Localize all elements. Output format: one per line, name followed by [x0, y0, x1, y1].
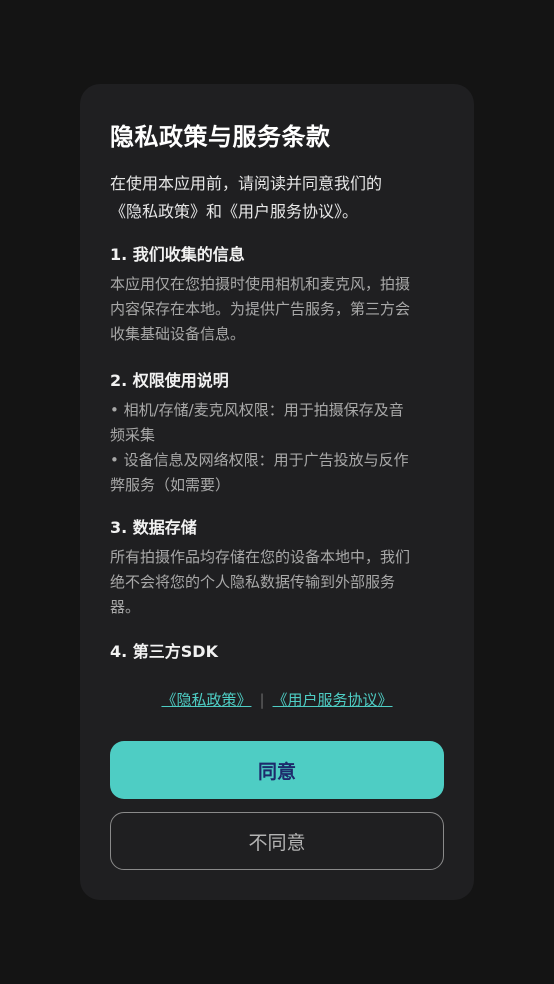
section-body: 本应用仅在您拍摄时使用相机和麦克风，拍摄 内容保存在本地。为提供广告服务，第三方…	[110, 272, 444, 347]
user-agreement-link[interactable]: 《用户服务协议》	[273, 691, 393, 709]
policy-links: 《隐私政策》 | 《用户服务协议》	[80, 689, 474, 711]
section-line: • 相机/存储/麦克风权限：用于拍摄保存及音	[110, 401, 404, 419]
section-third-party-sdk: 4. 第三方SDK	[110, 641, 444, 669]
intro-line: 《隐私政策》和《用户服务协议》。	[110, 202, 359, 221]
section-permissions: 2. 权限使用说明 • 相机/存储/麦克风权限：用于拍摄保存及音 频采集 • 设…	[110, 370, 444, 498]
section-heading: 2. 权限使用说明	[110, 371, 229, 390]
section-heading: 1. 我们收集的信息	[110, 245, 245, 264]
disagree-button[interactable]: 不同意	[110, 812, 444, 870]
privacy-dialog: 隐私政策与服务条款 在使用本应用前，请阅读并同意我们的 《隐私政策》和《用户服务…	[80, 84, 474, 900]
section-line: 内容保存在本地。为提供广告服务，第三方会	[110, 300, 411, 318]
section-body: • 相机/存储/麦克风权限：用于拍摄保存及音 频采集 • 设备信息及网络权限：用…	[110, 398, 444, 498]
screen: 隐私政策与服务条款 在使用本应用前，请阅读并同意我们的 《隐私政策》和《用户服务…	[0, 0, 554, 984]
agree-button[interactable]: 同意	[110, 741, 444, 799]
section-collected-info: 1. 我们收集的信息 本应用仅在您拍摄时使用相机和麦克风，拍摄 内容保存在本地。…	[110, 244, 444, 347]
link-separator: |	[259, 691, 265, 709]
dialog-intro: 在使用本应用前，请阅读并同意我们的 《隐私政策》和《用户服务协议》。	[110, 170, 444, 226]
section-line: 频采集	[110, 426, 156, 444]
intro-line: 在使用本应用前，请阅读并同意我们的	[110, 174, 383, 193]
section-heading: 4. 第三方SDK	[110, 642, 218, 661]
section-line: 器。	[110, 598, 141, 616]
section-line: 绝不会将您的个人隐私数据传输到外部服务	[110, 573, 396, 591]
disagree-button-label: 不同意	[248, 831, 306, 854]
privacy-policy-link[interactable]: 《隐私政策》	[161, 691, 251, 709]
section-data-storage: 3. 数据存储 所有拍摄作品均存储在您的设备本地中，我们 绝不会将您的个人隐私数…	[110, 517, 444, 620]
section-heading: 3. 数据存储	[110, 518, 197, 537]
section-line: 所有拍摄作品均存储在您的设备本地中，我们	[110, 548, 411, 566]
section-line: • 设备信息及网络权限：用于广告投放与反作	[110, 451, 409, 469]
section-body: 所有拍摄作品均存储在您的设备本地中，我们 绝不会将您的个人隐私数据传输到外部服务…	[110, 545, 444, 620]
agree-button-label: 同意	[257, 760, 296, 783]
section-line: 本应用仅在您拍摄时使用相机和麦克风，拍摄	[110, 275, 411, 293]
section-line: 弊服务（如需要）	[110, 476, 231, 494]
dialog-title: 隐私政策与服务条款	[110, 123, 331, 151]
section-line: 收集基础设备信息。	[110, 325, 246, 343]
